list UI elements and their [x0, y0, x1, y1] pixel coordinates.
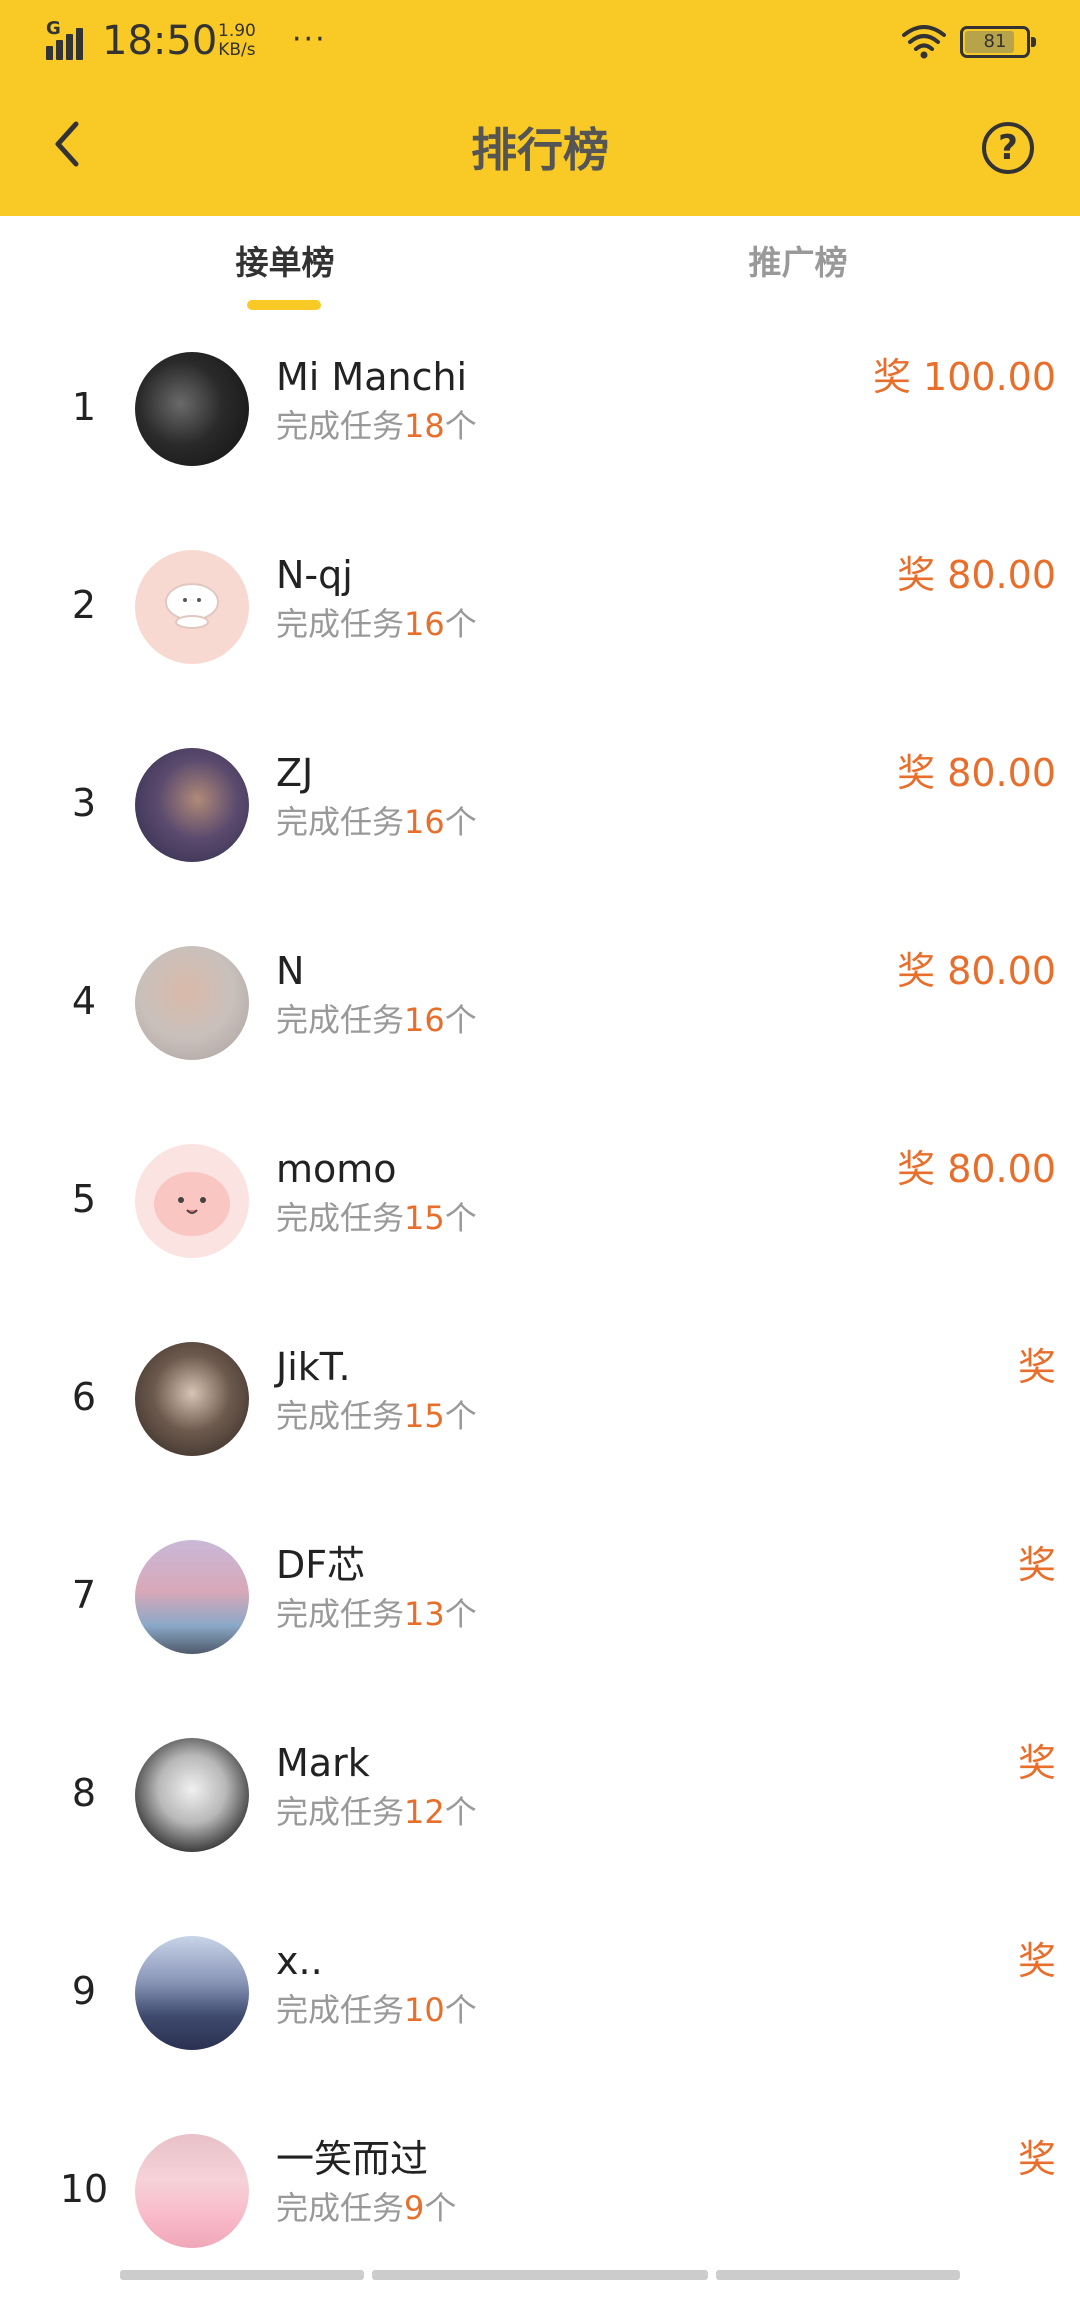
list-item[interactable]: 1 Mi Manchi 完成任务18个 奖 100.00	[0, 320, 1080, 518]
reward-amount: 奖	[1017, 1741, 1056, 1785]
reward-amount: 奖 100.00	[872, 355, 1056, 399]
active-tab-indicator	[247, 300, 321, 310]
rank-number: 5	[71, 1177, 97, 1221]
reward-amount: 奖	[1017, 1345, 1056, 1389]
avatar[interactable]	[135, 2134, 249, 2248]
reward-amount: 奖	[1017, 1939, 1056, 1983]
avatar[interactable]	[135, 946, 249, 1060]
tasks-count: 16	[404, 803, 445, 841]
avatar[interactable]	[135, 1342, 249, 1456]
tab-promotion-ranking[interactable]: 推广榜	[668, 240, 928, 286]
list-item[interactable]: 9 x.. 完成任务10个 奖	[0, 1904, 1080, 2102]
status-time: 18:50	[102, 18, 218, 64]
user-name: N-qj	[276, 553, 353, 597]
more-notifications-icon: ···	[292, 22, 327, 57]
page-title: 排行榜	[471, 123, 609, 177]
list-item[interactable]: 3 ZJ 完成任务16个 奖 80.00	[0, 716, 1080, 914]
signal-icon: G	[46, 20, 94, 60]
tasks-completed: 完成任务16个	[276, 1001, 477, 1039]
list-item[interactable]: 7 DF芯 完成任务13个 奖	[0, 1508, 1080, 1706]
reward-amount: 奖 80.00	[897, 751, 1056, 795]
status-bar: G 18:50 1.90 KB/s ··· 81	[0, 0, 1080, 84]
user-name: JikT.	[276, 1345, 351, 1389]
rank-number: 9	[71, 1969, 97, 2013]
rank-number: 3	[71, 781, 97, 825]
user-name: x..	[276, 1939, 323, 1983]
tasks-completed: 完成任务15个	[276, 1199, 477, 1237]
tasks-count: 12	[404, 1793, 445, 1831]
app-header: G 18:50 1.90 KB/s ··· 81 排行榜 ?	[0, 0, 1080, 216]
tasks-completed: 完成任务13个	[276, 1595, 477, 1633]
tasks-count: 13	[404, 1595, 445, 1633]
user-name: momo	[276, 1147, 397, 1191]
avatar[interactable]	[135, 352, 249, 466]
rank-number: 10	[59, 2167, 109, 2211]
avatar[interactable]	[135, 1936, 249, 2050]
tasks-completed: 完成任务16个	[276, 605, 477, 643]
tab-orders-ranking[interactable]: 接单榜	[155, 240, 415, 286]
avatar[interactable]	[135, 1144, 249, 1258]
list-item[interactable]: 6 JikT. 完成任务15个 奖	[0, 1310, 1080, 1508]
rank-number: 8	[71, 1771, 97, 1815]
list-item[interactable]: 8 Mark 完成任务12个 奖	[0, 1706, 1080, 1904]
battery-icon: 81	[960, 26, 1036, 58]
tasks-completed: 完成任务15个	[276, 1397, 477, 1435]
user-name: ZJ	[276, 751, 314, 795]
network-speed: 1.90 KB/s	[218, 22, 256, 60]
avatar[interactable]	[135, 1540, 249, 1654]
reward-amount: 奖 80.00	[897, 553, 1056, 597]
nav-bar: 排行榜 ?	[0, 84, 1080, 216]
tasks-count: 15	[404, 1199, 445, 1237]
tasks-completed: 完成任务10个	[276, 1991, 477, 2029]
list-item[interactable]: 2 N-qj 完成任务16个 奖 80.00	[0, 518, 1080, 716]
network-type: G	[46, 18, 61, 39]
tasks-count: 18	[404, 407, 445, 445]
user-name: N	[276, 949, 305, 993]
tasks-count: 16	[404, 605, 445, 643]
tasks-completed: 完成任务9个	[276, 2189, 457, 2227]
tasks-completed: 完成任务18个	[276, 407, 477, 445]
rank-number: 7	[71, 1573, 97, 1617]
avatar[interactable]	[135, 748, 249, 862]
list-item[interactable]: 5 momo 完成任务15个 奖 80.00	[0, 1112, 1080, 1310]
network-speed-value: 1.90	[218, 21, 256, 41]
reward-amount: 奖 80.00	[897, 1147, 1056, 1191]
tasks-completed: 完成任务12个	[276, 1793, 477, 1831]
bottom-tab-hint	[0, 2270, 1080, 2280]
tasks-count: 16	[404, 1001, 445, 1039]
network-speed-unit: KB/s	[218, 40, 256, 60]
user-name: Mark	[276, 1741, 370, 1785]
tab-bar: 接单榜 推广榜	[0, 216, 1080, 320]
tasks-count: 10	[404, 1991, 445, 2029]
user-name: Mi Manchi	[276, 355, 468, 399]
reward-amount: 奖	[1017, 1543, 1056, 1587]
rank-number: 4	[71, 979, 97, 1023]
avatar[interactable]	[135, 1738, 249, 1852]
tasks-completed: 完成任务16个	[276, 803, 477, 841]
user-name: 一笑而过	[276, 2137, 429, 2181]
wifi-icon	[902, 25, 946, 59]
tasks-count: 9	[404, 2189, 425, 2227]
rank-number: 1	[71, 385, 97, 429]
reward-amount: 奖 80.00	[897, 949, 1056, 993]
battery-level: 81	[983, 31, 1007, 52]
rank-number: 6	[71, 1375, 97, 1419]
user-name: DF芯	[276, 1543, 366, 1587]
avatar[interactable]	[135, 550, 249, 664]
reward-amount: 奖	[1017, 2137, 1056, 2181]
help-button[interactable]: ?	[982, 122, 1034, 174]
tasks-count: 15	[404, 1397, 445, 1435]
rank-number: 2	[71, 583, 97, 627]
list-item[interactable]: 4 N 完成任务16个 奖 80.00	[0, 914, 1080, 1112]
